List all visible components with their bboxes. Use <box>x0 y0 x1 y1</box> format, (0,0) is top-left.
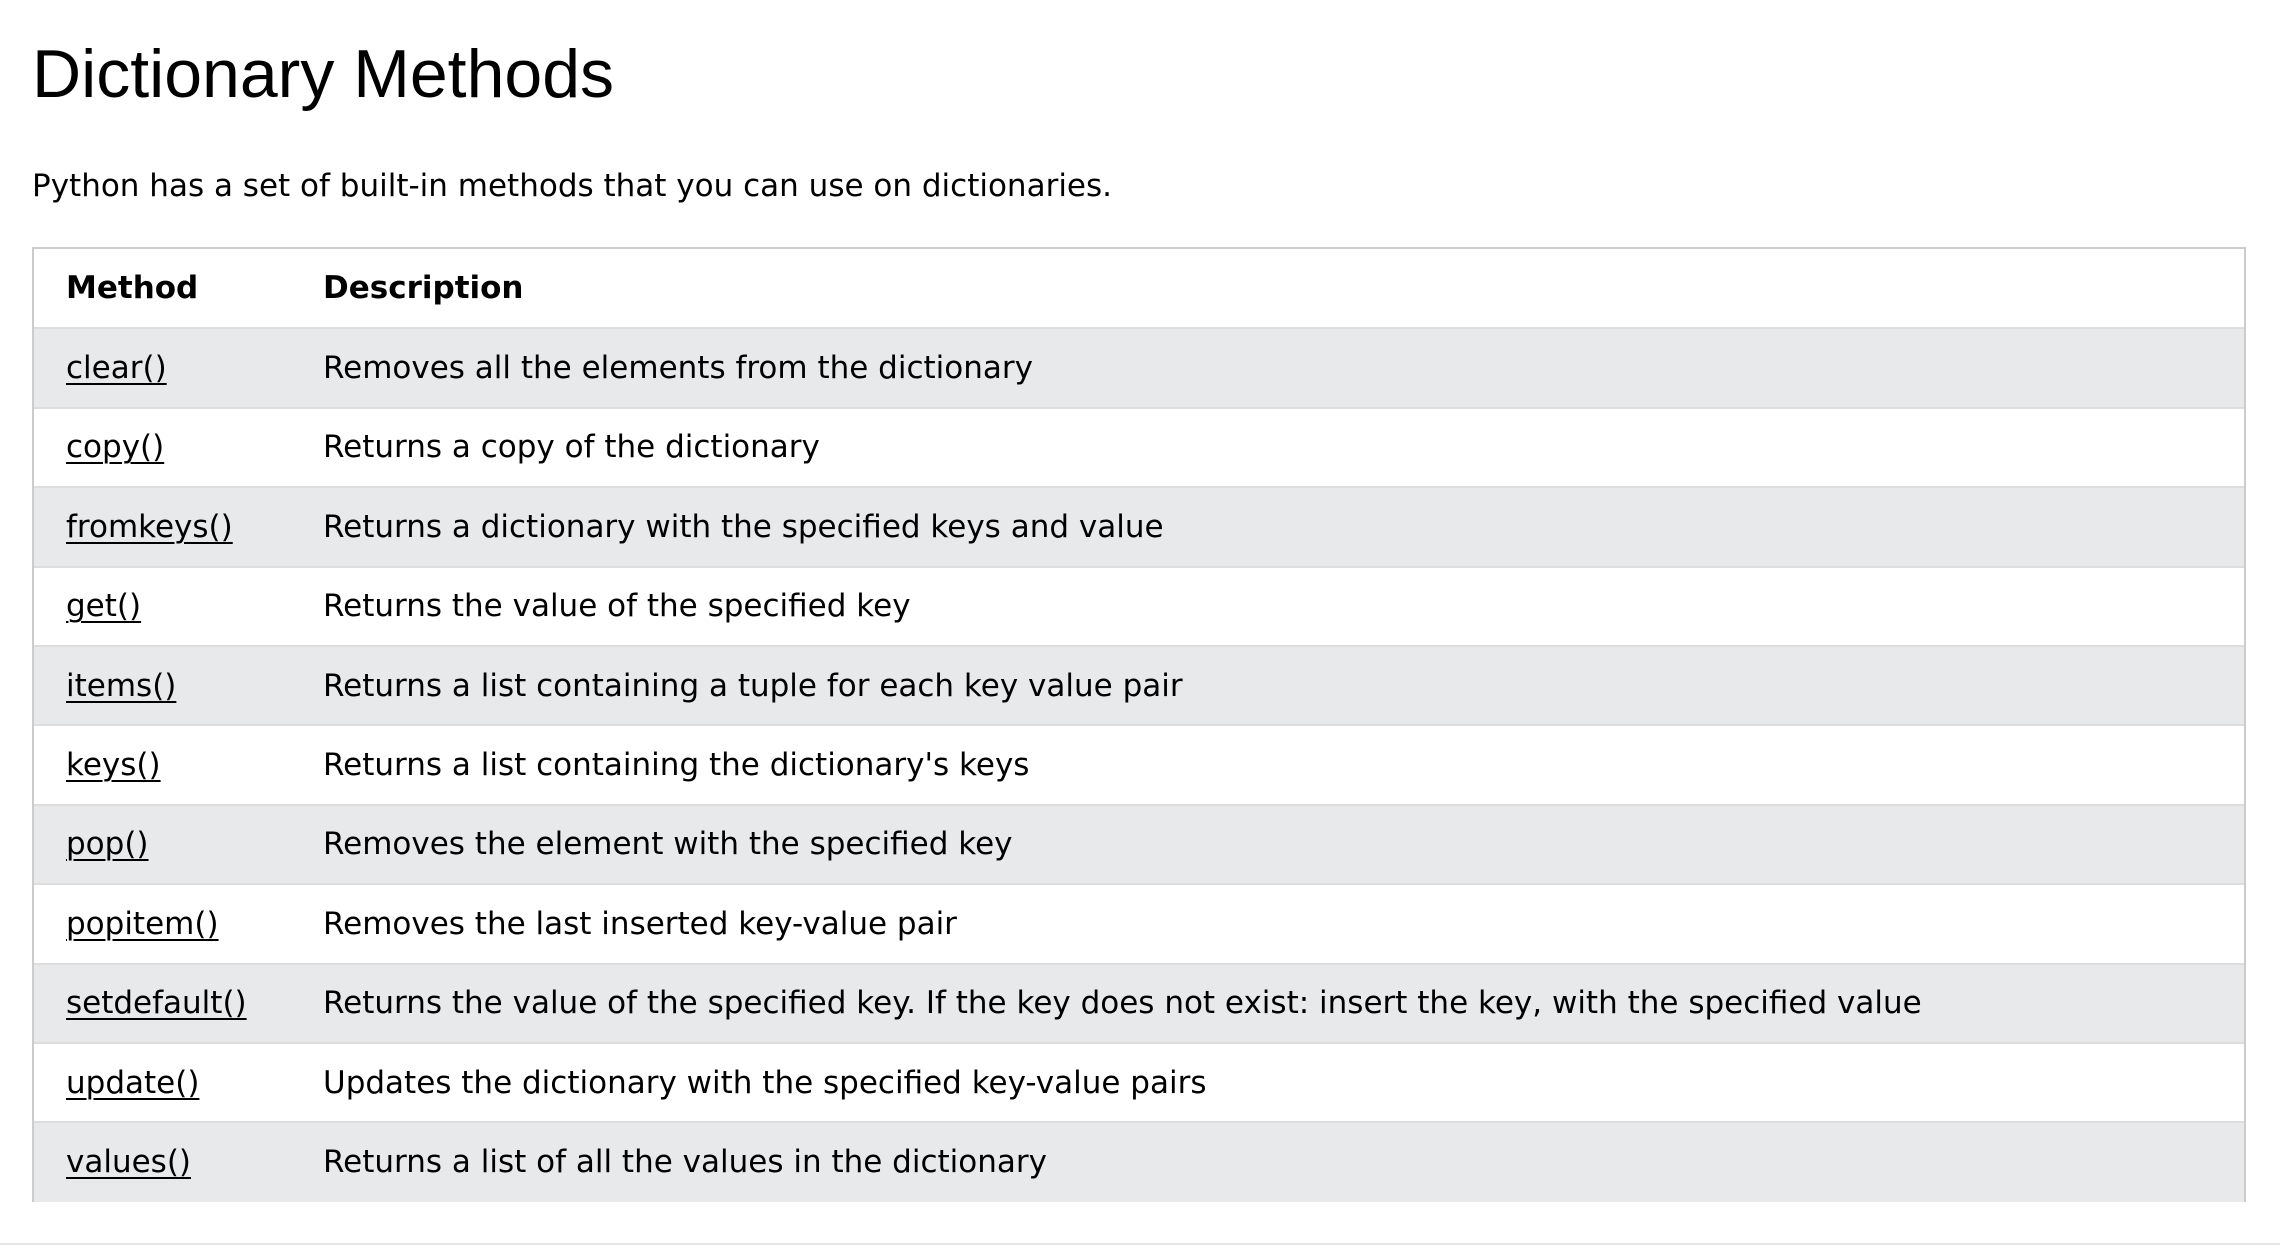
method-link-copy[interactable]: copy() <box>66 429 164 465</box>
table-row: get() Returns the value of the specified… <box>34 566 2244 646</box>
method-link-setdefault[interactable]: setdefault() <box>66 985 247 1021</box>
description-cell: Returns a list containing the dictionary… <box>323 747 1030 784</box>
method-cell: values() <box>34 1122 291 1201</box>
column-header-description: Description <box>323 270 524 307</box>
table-row: values() Returns a list of all the value… <box>34 1122 2244 1202</box>
description-cell: Removes the element with the specified k… <box>323 826 1013 863</box>
method-cell: get() <box>34 567 291 646</box>
table-row: clear() Removes all the elements from th… <box>34 328 2244 408</box>
description-cell: Removes all the elements from the dictio… <box>323 350 1033 387</box>
method-link-clear[interactable]: clear() <box>66 350 167 386</box>
description-cell: Updates the dictionary with the specifie… <box>323 1064 1207 1101</box>
method-link-fromkeys[interactable]: fromkeys() <box>66 509 233 545</box>
method-cell: update() <box>34 1043 291 1122</box>
table-row: pop() Removes the element with the speci… <box>34 804 2244 885</box>
method-cell: items() <box>34 646 291 725</box>
description-cell: Returns the value of the specified key <box>323 588 911 625</box>
description-cell: Returns a dictionary with the specified … <box>323 508 1164 545</box>
table-row: items() Returns a list containing a tupl… <box>34 645 2244 726</box>
method-link-values[interactable]: values() <box>66 1144 191 1180</box>
table-row: keys() Returns a list containing the dic… <box>34 725 2244 805</box>
method-cell: popitem() <box>34 884 291 963</box>
table-row: popitem() Removes the last inserted key-… <box>34 884 2244 964</box>
table-row: setdefault() Returns the value of the sp… <box>34 963 2244 1043</box>
column-header-method: Method <box>66 270 199 307</box>
method-link-keys[interactable]: keys() <box>66 747 161 783</box>
method-cell: setdefault() <box>34 964 291 1043</box>
method-link-update[interactable]: update() <box>66 1065 199 1101</box>
method-link-pop[interactable]: pop() <box>66 826 149 862</box>
table-row: copy() Returns a copy of the dictionary <box>34 407 2244 488</box>
method-cell: clear() <box>34 328 291 407</box>
method-cell: keys() <box>34 725 291 804</box>
method-link-popitem[interactable]: popitem() <box>66 906 219 942</box>
method-link-get[interactable]: get() <box>66 588 141 624</box>
description-cell: Removes the last inserted key-value pair <box>323 905 957 942</box>
description-cell: Returns a list containing a tuple for ea… <box>323 667 1183 704</box>
description-cell: Returns a copy of the dictionary <box>323 429 820 466</box>
method-cell: pop() <box>34 805 291 884</box>
methods-table-container: Method Description clear() Removes all t… <box>32 247 2246 1202</box>
description-cell: Returns the value of the specified key. … <box>323 985 1922 1022</box>
description-cell: Returns a list of all the values in the … <box>323 1144 1047 1181</box>
table-row: update() Updates the dictionary with the… <box>34 1042 2244 1123</box>
intro-text: Python has a set of built-in methods tha… <box>32 168 1113 204</box>
table-row: fromkeys() Returns a dictionary with the… <box>34 487 2244 567</box>
method-cell: fromkeys() <box>34 487 291 566</box>
method-cell: copy() <box>34 408 291 487</box>
methods-table: Method Description clear() Removes all t… <box>34 249 2244 1202</box>
page-title: Dictionary Methods <box>32 36 615 112</box>
table-header-row: Method Description <box>34 249 2244 328</box>
bottom-divider <box>0 1243 2280 1245</box>
page: Dictionary Methods Python has a set of b… <box>0 0 2280 1248</box>
method-link-items[interactable]: items() <box>66 668 176 704</box>
